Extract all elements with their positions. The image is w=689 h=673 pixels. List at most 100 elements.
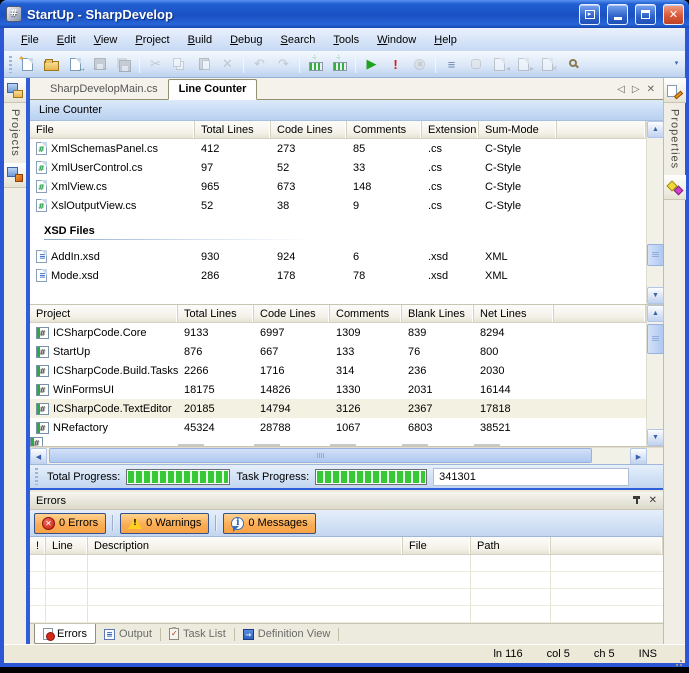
scroll-down-icon[interactable]: ▼ — [647, 429, 664, 446]
tab-sharpdevelopmain[interactable]: SharpDevelopMain.cs — [40, 80, 168, 99]
properties-tab[interactable] — [664, 78, 686, 103]
scrollbar-thumb[interactable] — [647, 244, 664, 266]
col-file[interactable]: File — [403, 537, 471, 554]
toolbar-grip[interactable] — [9, 56, 12, 73]
table-row[interactable]: NRefactory 4532428788 10676803 38521 — [30, 418, 646, 437]
table-row[interactable]: WinFormsUI 1817514826 13302031 16144 — [30, 380, 646, 399]
toolbar-overflow-button[interactable]: ▾ — [672, 62, 681, 66]
progress-toolbar-grip[interactable] — [35, 468, 38, 485]
messages-filter-button[interactable]: i 0 Messages — [223, 513, 315, 534]
col-net[interactable]: Net Lines — [474, 305, 554, 322]
next-bookmark-button[interactable]: ▸ — [512, 53, 535, 75]
tab-scroll-right-icon[interactable]: ▷ — [632, 84, 640, 95]
detach-window-button[interactable]: ▸ — [579, 4, 600, 25]
table-row[interactable]: XmlView.cs 965673 148.cs C-Style — [30, 177, 646, 196]
properties-tab-label[interactable]: Properties — [669, 103, 681, 175]
col-code[interactable]: Code Lines — [254, 305, 330, 322]
save-all-button[interactable] — [112, 53, 135, 75]
table-row[interactable]: AddIn.xsd 930924 6.xsd XML — [30, 247, 646, 266]
bookmark-button[interactable] — [464, 53, 487, 75]
titlebar[interactable]: # StartUp - SharpDevelop ▸ ✕ — [0, 0, 689, 28]
save-button[interactable] — [88, 53, 111, 75]
table-row[interactable]: Mode.xsd 286178 78.xsd XML — [30, 266, 646, 285]
prev-bookmark-button[interactable]: ◂ — [488, 53, 511, 75]
table-row[interactable]: StartUp 876667 13376 800 — [30, 342, 646, 361]
redo-button[interactable]: ↷ — [272, 53, 295, 75]
table-row[interactable]: XmlSchemasPanel.cs 412273 85.cs C-Style — [30, 139, 646, 158]
menu-view[interactable]: View — [85, 31, 127, 49]
col-code[interactable]: Code Lines — [271, 121, 347, 138]
undo-button[interactable]: ↶ — [248, 53, 271, 75]
menu-search[interactable]: Search — [272, 31, 325, 49]
scroll-up-icon[interactable]: ▲ — [647, 305, 664, 322]
projects-tab-label[interactable]: Projects — [9, 103, 21, 163]
new-file-button[interactable]: ✦ — [16, 53, 39, 75]
menu-debug[interactable]: Debug — [221, 31, 271, 49]
col-summode[interactable]: Sum-Mode — [479, 121, 557, 138]
build-button[interactable] — [304, 53, 327, 75]
horizontal-scrollbar[interactable]: ◀ ▶ — [30, 447, 663, 464]
table-row[interactable]: XslOutputView.cs 5238 9.cs C-Style — [30, 196, 646, 215]
delete-button[interactable]: ✕ — [216, 53, 239, 75]
errors-close-icon[interactable]: ✕ — [649, 495, 657, 506]
tab-output[interactable]: ≡ Output — [96, 624, 160, 644]
maximize-button[interactable] — [635, 4, 656, 25]
resize-grip[interactable] — [669, 649, 683, 663]
tab-errors[interactable]: Errors — [34, 624, 96, 644]
projects-tab[interactable] — [4, 78, 26, 103]
col-total[interactable]: Total Lines — [195, 121, 271, 138]
open-file-button[interactable] — [40, 53, 63, 75]
menu-build[interactable]: Build — [179, 31, 221, 49]
tab-line-counter[interactable]: Line Counter — [168, 79, 258, 100]
scrollbar-thumb[interactable] — [49, 448, 592, 463]
scroll-up-icon[interactable]: ▲ — [647, 121, 664, 138]
table-row[interactable]: XmlUserControl.cs 9752 33.cs C-Style — [30, 158, 646, 177]
menu-file[interactable]: File — [12, 31, 48, 49]
col-comments[interactable]: Comments — [330, 305, 402, 322]
project-table-scrollbar[interactable]: ▲ ▼ — [646, 305, 663, 446]
list-button[interactable]: ≡ — [440, 53, 463, 75]
col-extension[interactable]: Extension — [422, 121, 479, 138]
col-line[interactable]: Line — [46, 537, 88, 554]
menu-window[interactable]: Window — [368, 31, 425, 49]
tab-definition-view[interactable]: → Definition View — [235, 624, 339, 644]
menu-edit[interactable]: Edit — [48, 31, 85, 49]
col-severity[interactable]: ! — [30, 537, 46, 554]
tab-close-icon[interactable]: ✕ — [647, 84, 655, 95]
rebuild-button[interactable] — [328, 53, 351, 75]
col-blank[interactable]: Blank Lines — [402, 305, 474, 322]
col-comments[interactable]: Comments — [347, 121, 422, 138]
copy-button[interactable] — [168, 53, 191, 75]
menu-tools[interactable]: Tools — [324, 31, 368, 49]
scroll-right-icon[interactable]: ▶ — [630, 448, 647, 465]
search-button[interactable] — [560, 53, 583, 75]
paste-button[interactable] — [192, 53, 215, 75]
scrollbar-thumb[interactable] — [647, 324, 664, 354]
col-total[interactable]: Total Lines — [178, 305, 254, 322]
scroll-left-icon[interactable]: ◀ — [30, 448, 47, 465]
abort-button[interactable]: ! — [384, 53, 407, 75]
table-row-highlighted[interactable]: ICSharpCode.TextEditor 2018514794 312623… — [30, 399, 646, 418]
tab-scroll-left-icon[interactable]: ◁ — [617, 84, 625, 95]
tab-task-list[interactable]: Task List — [161, 624, 234, 644]
run-button[interactable]: ▶ — [360, 53, 383, 75]
col-project[interactable]: Project — [30, 305, 178, 322]
close-button[interactable]: ✕ — [663, 4, 684, 25]
cut-button[interactable]: ✂ — [144, 53, 167, 75]
col-description[interactable]: Description — [88, 537, 403, 554]
table-row[interactable]: ICSharpCode.Build.Tasks 22661716 314236 … — [30, 361, 646, 380]
minimize-button[interactable] — [607, 4, 628, 25]
stop-button[interactable] — [408, 53, 431, 75]
warnings-filter-button[interactable]: 0 Warnings — [120, 513, 209, 534]
errors-panel-titlebar[interactable]: Errors ✕ — [30, 492, 663, 510]
table-row-clipped[interactable] — [30, 437, 646, 446]
clear-bookmarks-button[interactable]: ✕ — [536, 53, 559, 75]
file-table-scrollbar[interactable]: ▲ ▼ — [646, 121, 663, 304]
col-path[interactable]: Path — [471, 537, 551, 554]
menu-help[interactable]: Help — [425, 31, 466, 49]
table-row[interactable]: ICSharpCode.Core 91336997 1309839 8294 — [30, 323, 646, 342]
toolbox-tab[interactable] — [664, 175, 686, 200]
pin-icon[interactable] — [632, 496, 641, 505]
menu-project[interactable]: Project — [126, 31, 178, 49]
col-file[interactable]: File — [30, 121, 195, 138]
